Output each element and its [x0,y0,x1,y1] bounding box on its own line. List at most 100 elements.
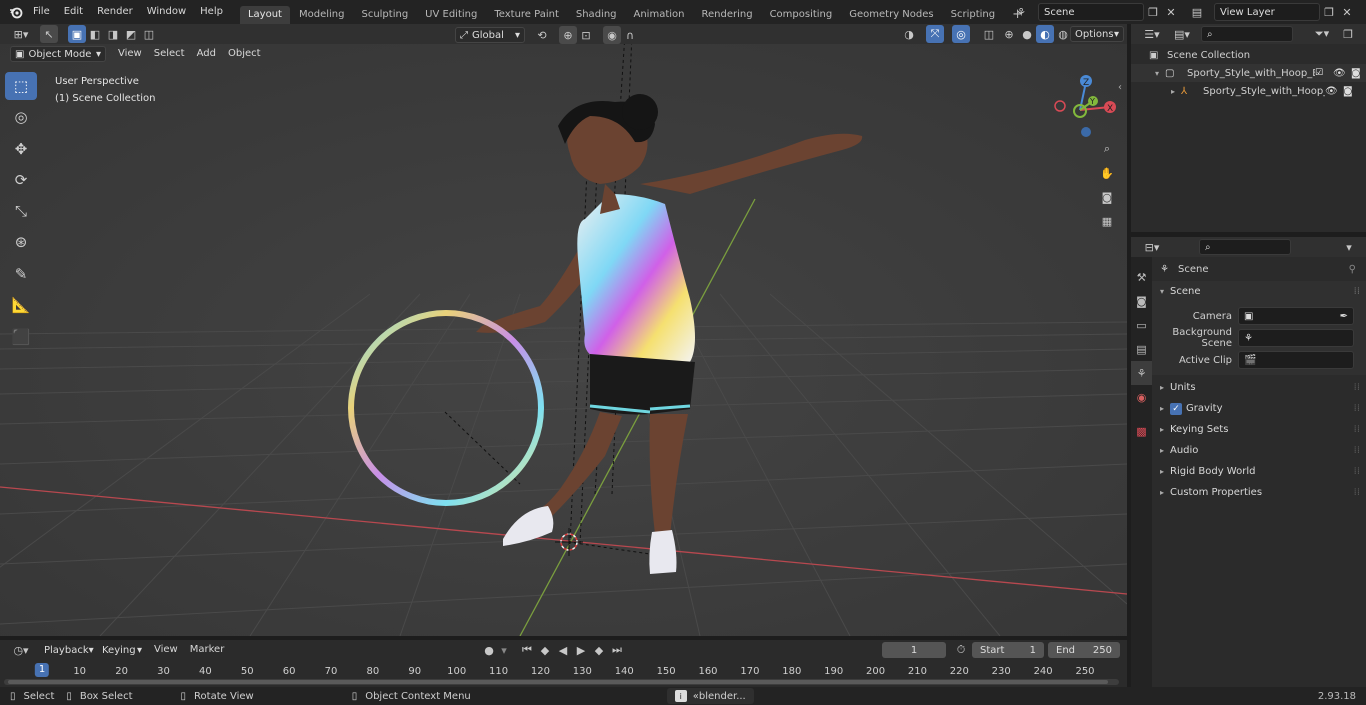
display-mode-icon[interactable]: ▤▾ [1169,25,1195,43]
tab-scripting[interactable]: Scripting [943,6,1003,24]
visibility-icon[interactable]: ◑ [900,25,918,43]
armature-camera-icon[interactable]: ◙ [1343,86,1353,97]
scene-tab-icon[interactable]: ⚘ [1131,361,1152,385]
output-tab-icon[interactable]: ▭ [1131,313,1152,337]
expand-closed-icon[interactable]: ▸ [1171,87,1181,96]
gravity-checkbox[interactable]: ✓ [1170,402,1182,415]
zoom-icon[interactable]: ⌕ [1098,140,1116,158]
sidebar-toggle-icon[interactable]: ‹ [1118,82,1122,93]
select-new-icon[interactable]: ▣ [68,25,86,43]
tab-animation[interactable]: Animation [626,6,693,24]
visibility-eye-icon[interactable]: 👁 [1333,68,1351,79]
scale-tool-icon[interactable]: ⤡ [5,197,37,225]
scene-panel-header[interactable]: ▾ Scene ⁞⁞ [1152,281,1366,302]
section-keying-sets[interactable]: ▸ Keying Sets ⁞⁞ [1152,419,1366,440]
tab-sculpting[interactable]: Sculpting [353,6,416,24]
view-layer-icon[interactable]: ▤ [1188,3,1206,21]
xray-icon[interactable]: ◫ [980,25,998,43]
panel-drag-icon[interactable]: ⁞⁞ [1354,286,1360,297]
properties-editor-type-icon[interactable]: ⊟▾ [1139,238,1165,256]
outliner-row-scene-collection[interactable]: ▣ Scene Collection [1131,46,1366,64]
select-invert-icon[interactable]: ◩ [122,25,140,43]
wireframe-shading-icon[interactable]: ⊕ [1000,25,1018,43]
jump-start-icon[interactable]: ⏮ [518,641,536,659]
orientation-dropdown[interactable]: ⤢ Global ▾ [455,27,525,43]
options-button[interactable]: Options ▾ [1070,26,1124,42]
custom-drag-icon[interactable]: ⁞⁞ [1354,487,1360,498]
keying-drag-icon[interactable]: ⁞⁞ [1354,424,1360,435]
duplicate-view-layer-icon[interactable]: ❐ [1320,3,1338,21]
current-frame-marker[interactable]: 1 [34,663,50,677]
preview-range-icon[interactable]: ⏱ [952,641,970,659]
tab-shading[interactable]: Shading [568,6,625,24]
blender-logo-icon[interactable] [6,3,26,21]
outliner-row-armature[interactable]: ▸ ⅄ Sporty_Style_with_Hoop_ 👁 ◙ [1131,82,1366,100]
rigid-drag-icon[interactable]: ⁞⁞ [1354,466,1360,477]
tab-uv-editing[interactable]: UV Editing [417,6,485,24]
timeline-scrollbar-thumb[interactable] [8,680,1108,684]
section-units[interactable]: ▸ Units ⁞⁞ [1152,377,1366,398]
start-frame-field[interactable]: Start 1 [972,642,1044,658]
measure-tool-icon[interactable]: 📐 [5,291,37,319]
section-gravity[interactable]: ▸ ✓ Gravity ⁞⁞ [1152,398,1366,419]
pin-icon[interactable]: ⚲ [1349,264,1356,275]
remove-scene-icon[interactable]: ✕ [1162,3,1180,21]
record-icon[interactable]: ● [480,641,498,659]
jump-end-icon[interactable]: ⏭ [608,641,626,659]
outliner-search-input[interactable]: ⌕ [1201,26,1293,42]
armature-eye-icon[interactable]: 👁 [1325,86,1343,97]
section-audio[interactable]: ▸ Audio ⁞⁞ [1152,440,1366,461]
outliner-row-collection[interactable]: ▾ ▢ Sporty_Style_with_Hoop_Blac ☑ 👁 ◙ [1131,64,1366,82]
3d-viewport[interactable]: User Perspective (1) Scene Collection X … [0,44,1127,636]
scene-icon[interactable]: ⚘ [1012,3,1030,21]
tab-texture-paint[interactable]: Texture Paint [486,6,567,24]
tab-geometry-nodes[interactable]: Geometry Nodes [841,6,941,24]
solid-shading-icon[interactable]: ● [1018,25,1036,43]
menu-file[interactable]: File [26,0,57,24]
properties-options-icon[interactable]: ▾ [1340,238,1358,256]
tab-rendering[interactable]: Rendering [693,6,760,24]
timeline-editor-type-icon[interactable]: ◷▾ [8,641,34,659]
move-tool-icon[interactable]: ✥ [5,135,37,163]
falloff-icon[interactable]: ∩ [621,26,639,44]
background-scene-field[interactable]: ⚘ [1238,329,1354,347]
select-box-tool-icon[interactable]: ⬚ [5,72,37,100]
timeline[interactable]: 1 10 20 30 40 50 60 70 80 90 100 110 120 130 140 150 160… [0,660,1127,687]
rotate-tool-icon[interactable]: ⟳ [5,166,37,194]
exclude-checkbox-icon[interactable]: ☑ [1315,68,1333,78]
menu-help[interactable]: Help [193,0,230,24]
viewport-menu-object[interactable]: Object [222,44,267,64]
viewport-menu-view[interactable]: View [112,44,148,64]
section-rigid-body[interactable]: ▸ Rigid Body World ⁞⁞ [1152,461,1366,482]
end-frame-field[interactable]: End 250 [1048,642,1120,658]
active-clip-field[interactable]: 🎬 [1238,351,1354,369]
overlay-toggle-icon[interactable]: ◎ [952,25,970,43]
render-camera-icon[interactable]: ◙ [1351,68,1361,79]
timeline-menu-view[interactable]: View [148,640,184,660]
camera-view-icon[interactable]: ◙ [1098,188,1116,206]
gravity-drag-icon[interactable]: ⁞⁞ [1354,403,1360,414]
viewport-menu-select[interactable]: Select [148,44,191,64]
section-custom-properties[interactable]: ▸ Custom Properties ⁞⁞ [1152,482,1366,503]
tab-layout[interactable]: Layout [239,6,290,24]
expand-open-icon[interactable]: ▾ [1155,69,1165,78]
select-tool-icon[interactable]: ↖ [40,25,58,43]
duplicate-scene-icon[interactable]: ❐ [1144,3,1162,21]
viewport-menu-add[interactable]: Add [191,44,222,64]
annotate-tool-icon[interactable]: ✎ [5,260,37,288]
play-icon[interactable]: ▶ [572,641,590,659]
new-collection-icon[interactable]: ❐ [1339,25,1357,43]
material-shading-icon[interactable]: ◐ [1036,25,1054,43]
snap-target-icon[interactable]: ⊡ [577,26,595,44]
outliner-editor-type-icon[interactable]: ☰▾ [1139,25,1165,43]
units-drag-icon[interactable]: ⁞⁞ [1354,382,1360,393]
keying-menu[interactable]: Keying ▾ [98,642,146,658]
tool-tab-icon[interactable]: ⚒ [1131,265,1152,289]
texture-tab-icon[interactable]: ▩ [1131,419,1152,443]
transform-tool-icon[interactable]: ⊛ [5,228,37,256]
select-subtract-icon[interactable]: ◨ [104,25,122,43]
current-frame-field[interactable]: 1 [882,642,946,658]
record-options-icon[interactable]: ▾ [498,641,510,659]
select-extend-icon[interactable]: ◧ [86,25,104,43]
prev-keyframe-icon[interactable]: ◆ [536,641,554,659]
